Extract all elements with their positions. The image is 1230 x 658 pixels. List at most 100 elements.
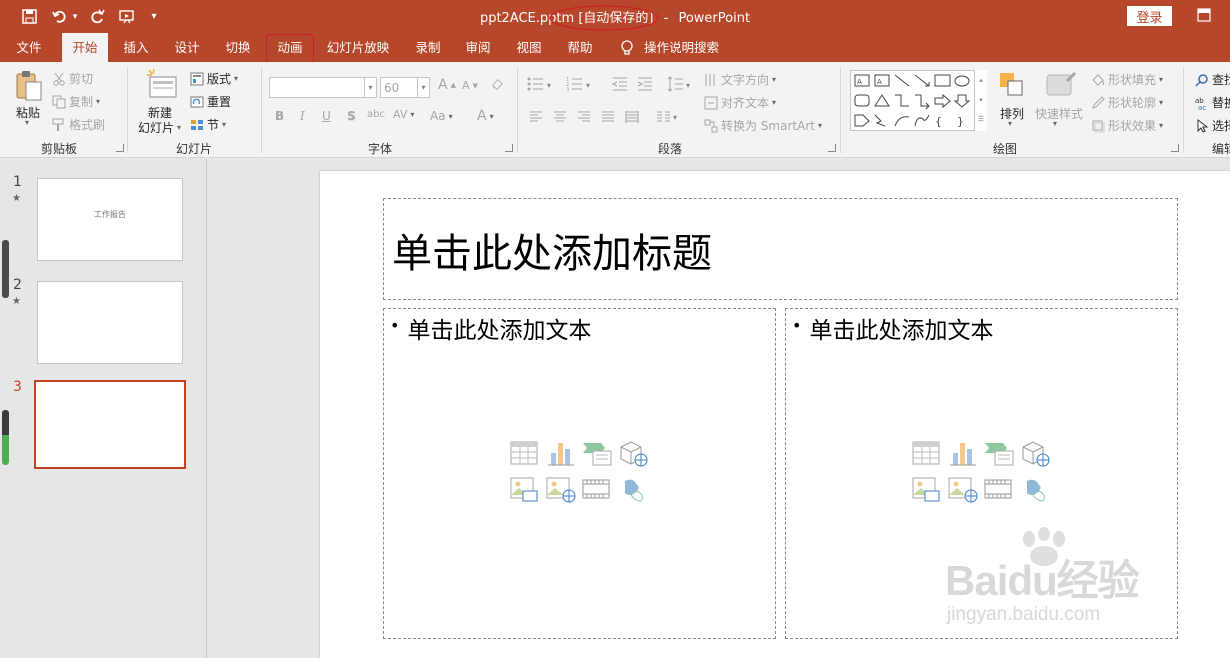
insert-3d-model-icon[interactable] — [617, 439, 649, 469]
columns-icon[interactable]: ▾ — [656, 109, 682, 128]
shrink-font-button[interactable]: A ▼ — [462, 79, 478, 92]
chevron-down-icon[interactable]: ▾ — [364, 78, 376, 97]
insert-3d-model-icon[interactable] — [1019, 439, 1051, 469]
text-direction-label: 文字方向 — [721, 73, 770, 87]
tab-insert[interactable]: 插入 — [114, 33, 158, 62]
justify-icon[interactable] — [601, 109, 615, 128]
shapes-gallery-scroll[interactable]: ▴ ▾ ☰ — [974, 70, 987, 131]
insert-online-picture-icon[interactable] — [545, 475, 577, 505]
tab-view[interactable]: 视图 — [507, 33, 551, 62]
tab-review[interactable]: 审阅 — [456, 33, 500, 62]
align-text-button[interactable]: 对齐文本 ▾ — [704, 94, 776, 111]
replace-button[interactable]: abac 替换 — [1195, 94, 1230, 111]
insert-video-icon[interactable] — [581, 475, 613, 505]
insert-smartart-icon[interactable] — [983, 439, 1015, 469]
chevron-down-icon[interactable]: ▾ — [417, 78, 429, 97]
tell-me-search[interactable]: 操作说明搜索 — [644, 33, 724, 62]
pane-scroll-indicator[interactable] — [2, 240, 9, 298]
shapes-gallery[interactable]: A A { } — [850, 70, 987, 131]
quick-styles-dropdown-icon[interactable]: ▾ — [1053, 119, 1057, 128]
font-launcher-icon[interactable] — [505, 144, 513, 152]
convert-to-smartart-button[interactable]: 转换为 SmartArt ▾ — [704, 117, 822, 134]
bullets-icon[interactable]: ▾ — [527, 76, 557, 96]
section-button[interactable]: 节 ▾ — [190, 116, 226, 133]
change-case-button[interactable]: Aa ▾ — [430, 109, 453, 123]
cut-button[interactable]: 剪切 — [52, 70, 93, 87]
insert-icons-icon[interactable] — [617, 475, 649, 505]
copy-button[interactable]: 复制 ▾ — [52, 93, 100, 110]
format-painter-label: 格式刷 — [69, 118, 106, 132]
shape-effects-button[interactable]: 形状效果 ▾ — [1091, 117, 1163, 134]
insert-picture-icon[interactable] — [911, 475, 943, 505]
insert-icons-icon[interactable] — [1019, 475, 1051, 505]
select-button[interactable]: 选择 — [1195, 117, 1230, 134]
tab-home[interactable]: 开始 — [62, 33, 108, 63]
align-center-icon[interactable] — [553, 109, 567, 128]
paragraph-launcher-icon[interactable] — [828, 144, 836, 152]
shape-fill-button[interactable]: 形状填充 ▾ — [1091, 71, 1163, 88]
more-icon[interactable]: ☰ — [975, 110, 987, 128]
tab-transitions[interactable]: 切换 — [216, 33, 260, 62]
line-spacing-icon[interactable]: ▾ — [667, 76, 695, 96]
clear-formatting-button[interactable] — [490, 77, 504, 91]
svg-text:A: A — [877, 78, 882, 86]
chevron-up-icon[interactable]: ▴ — [975, 70, 987, 90]
insert-video-icon[interactable] — [983, 475, 1015, 505]
font-size-value: 60 — [384, 80, 400, 95]
slide-thumbnail-3[interactable] — [34, 380, 186, 469]
shape-outline-button[interactable]: 形状轮廓 ▾ — [1091, 94, 1163, 111]
quick-styles-button[interactable]: 快速样式 — [1035, 105, 1083, 122]
font-size-combo[interactable]: 60 ▾ — [380, 77, 430, 98]
strikethrough-button[interactable]: abc — [367, 109, 385, 120]
title-placeholder[interactable]: 单击此处添加标题 — [383, 198, 1178, 300]
layout-button[interactable]: 版式 ▾ — [190, 70, 238, 87]
increase-indent-icon[interactable] — [637, 76, 653, 96]
font-color-button[interactable]: A ▾ — [477, 108, 494, 124]
reset-button[interactable]: 重置 — [190, 93, 231, 110]
clipboard-launcher-icon[interactable] — [116, 144, 124, 152]
insert-table-icon[interactable] — [911, 439, 943, 469]
font-name-combo[interactable]: ▾ — [269, 77, 377, 98]
bold-button[interactable]: B — [275, 109, 284, 123]
align-right-icon[interactable] — [577, 109, 591, 128]
text-direction-button[interactable]: 文字方向 ▾ — [704, 71, 776, 88]
find-button[interactable]: 查找 — [1195, 71, 1230, 88]
insert-online-picture-icon[interactable] — [947, 475, 979, 505]
tab-help[interactable]: 帮助 — [558, 33, 602, 62]
login-button[interactable]: 登录 — [1127, 6, 1172, 26]
tab-slideshow[interactable]: 幻灯片放映 — [320, 33, 396, 62]
slide-thumbnail-1[interactable]: 工作报告 — [37, 178, 183, 261]
numbering-icon[interactable]: 1 2 3 ▾ — [566, 76, 596, 96]
chevron-down-icon[interactable]: ▾ — [975, 90, 987, 110]
tab-animations[interactable]: 动画 — [268, 33, 312, 62]
paste-icon[interactable] — [14, 70, 44, 106]
character-spacing-button[interactable]: AV ▾ — [393, 108, 414, 121]
insert-chart-icon[interactable] — [947, 439, 979, 469]
arrange-icon[interactable] — [998, 71, 1026, 103]
arrange-dropdown-icon[interactable]: ▾ — [1008, 119, 1012, 128]
decrease-indent-icon[interactable] — [611, 76, 628, 96]
tab-file[interactable]: 文件 — [5, 33, 53, 62]
tab-design[interactable]: 设计 — [165, 33, 209, 62]
underline-button[interactable]: U — [322, 109, 331, 123]
italic-button[interactable]: I — [300, 109, 305, 123]
align-left-icon[interactable] — [529, 109, 543, 128]
insert-chart-icon[interactable] — [545, 439, 577, 469]
shadow-button[interactable]: S — [347, 109, 356, 123]
new-slide-icon[interactable] — [144, 68, 178, 103]
new-slide-dropdown[interactable]: 幻灯片 ▾ — [138, 119, 181, 136]
paste-dropdown-icon[interactable]: ▾ — [25, 118, 29, 127]
slide-thumbnail-2[interactable] — [37, 281, 183, 364]
filename-highlight-mark — [549, 5, 659, 31]
distributed-icon[interactable] — [625, 109, 639, 128]
tab-record[interactable]: 录制 — [406, 33, 450, 62]
ribbon-display-options-icon[interactable] — [1197, 7, 1213, 23]
insert-table-icon[interactable] — [509, 439, 541, 469]
pane-scroll-indicator-lower[interactable] — [2, 410, 9, 465]
drawing-launcher-icon[interactable] — [1171, 144, 1179, 152]
insert-picture-icon[interactable] — [509, 475, 541, 505]
insert-smartart-icon[interactable] — [581, 439, 613, 469]
quick-styles-icon[interactable] — [1045, 71, 1077, 107]
grow-font-button[interactable]: A ▲ — [438, 77, 456, 93]
format-painter-button[interactable]: 格式刷 — [52, 116, 105, 133]
